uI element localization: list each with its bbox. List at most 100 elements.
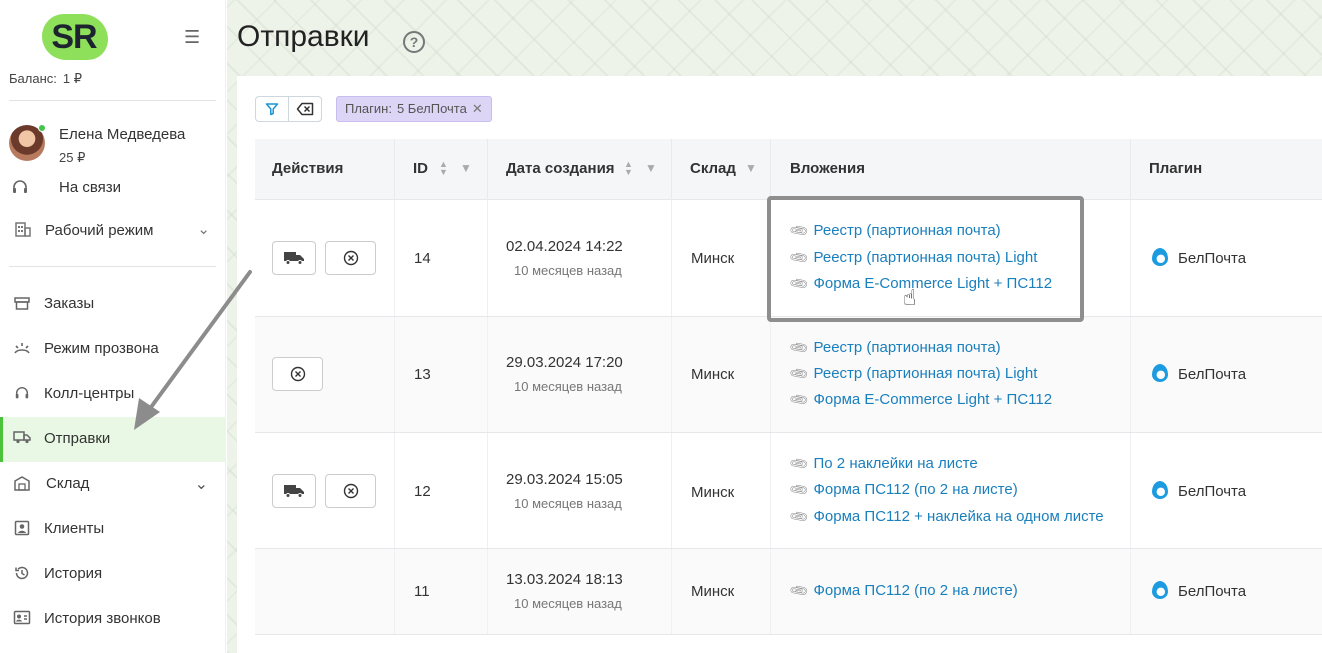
clients-icon [13,520,31,538]
attachment-label: Форма E-Commerce Light + ПС112 [813,391,1053,408]
attachment-label: Реестр (партионная почта) [813,339,1001,356]
sidebar-item-label: Режим прозвона [44,340,159,357]
sidebar-item-clients[interactable]: Клиенты [0,507,226,552]
table-row[interactable]: 12 29.03.2024 15:05 10 месяцев назад Мин… [255,433,1322,549]
created-date: 29.03.2024 17:20 [506,354,623,371]
warehouse-cell: Минск [672,317,771,432]
sidebar-item-label: Отправки [44,430,111,447]
filter-chip-plugin[interactable]: Плагин: 5 БелПочта ✕ [336,96,492,122]
warehouse-cell: Минск [672,200,771,316]
ship-button[interactable] [272,241,316,275]
attachment-link[interactable]: 📎︎ Форма E-Commerce Light + ПС112 [788,389,1053,411]
paperclip-icon: 📎︎ [787,579,811,602]
id-cell: 12 [395,433,488,548]
user-profile[interactable]: Елена Медведева 25 ₽ [9,122,219,170]
attachment-link[interactable]: 📎︎ По 2 наклейки на листе [788,453,978,475]
logo-text: SR [51,18,97,56]
created-ago: 10 месяцев назад [514,263,622,278]
sidebar-item-call-centers[interactable]: Колл-центры [0,372,226,417]
column-title: Действия [272,160,344,177]
cancel-shipment-button[interactable] [325,241,376,275]
status-label: На связи [59,179,122,196]
date-cell: 02.04.2024 14:22 10 месяцев назад [488,200,672,316]
plugin-cell: БелПочта [1131,433,1322,548]
headset-icon [13,385,31,403]
cancel-shipment-button[interactable] [272,357,323,391]
date-cell: 29.03.2024 15:05 10 месяцев назад [488,433,672,548]
sidebar-item-warehouse[interactable]: Склад ⌄ [0,462,226,507]
work-mode-selector[interactable]: Рабочий режим ⌄ [9,218,216,244]
column-filter-icon[interactable]: ▼ [745,161,757,175]
clear-filters-button[interactable] [288,96,322,122]
attachment-label: Форма ПС112 (по 2 на листе) [813,582,1018,599]
paperclip-icon: 📎︎ [787,478,811,501]
close-icon[interactable]: ✕ [472,101,483,116]
column-filter-icon[interactable]: ▼ [460,161,472,175]
sort-icon[interactable]: ▲ ▼ [439,160,448,177]
shipment-id: 13 [414,366,431,383]
sidebar-item-label: Клиенты [44,520,105,537]
sidebar-item-history[interactable]: История [0,552,226,597]
warehouse-icon [13,475,31,493]
paperclip-icon: 📎︎ [787,388,811,411]
ship-button[interactable] [272,474,316,508]
attachments-cell: 📎︎ Форма ПС112 (по 2 на листе) [771,549,1131,634]
plugin-cell: БелПочта [1131,200,1322,316]
history-icon [13,565,31,583]
online-status-dot [38,124,46,132]
column-title: ID [413,160,428,177]
sidebar-item-label: История [44,565,103,582]
column-header-id[interactable]: ID ▲ ▼ ▼ [395,139,488,200]
column-filter-icon[interactable]: ▼ [645,161,657,175]
plugin-cell: БелПочта [1131,317,1322,432]
attachment-label: По 2 наклейки на листе [813,455,978,472]
paperclip-icon: 📎︎ [787,336,811,359]
sidebar-item-call-history[interactable]: История звонков [0,597,226,642]
actions-cell [255,317,395,432]
page-title: Отправки [237,20,370,53]
plugin-name: БелПочта [1152,581,1246,600]
call-history-icon [13,610,31,628]
created-ago: 10 месяцев назад [514,596,622,611]
actions-cell [255,549,395,634]
created-ago: 10 месяцев назад [514,379,622,394]
attachments-highlight-box [767,196,1084,322]
sidebar-item-shipments[interactable]: Отправки [0,417,226,462]
created-date: 29.03.2024 15:05 [506,471,623,488]
sort-icon[interactable]: ▲ ▼ [624,160,633,177]
column-header-date[interactable]: Дата создания ▲ ▼ ▼ [488,139,672,200]
attachment-link[interactable]: 📎︎ Реестр (партионная почта) Light [788,363,1037,385]
warehouse-name: Минск [691,583,735,600]
column-header-warehouse[interactable]: Склад ▼ [672,139,771,200]
logo[interactable]: SR [38,14,110,60]
cancel-shipment-button[interactable] [325,474,376,508]
balance-label: Баланс: [9,71,57,86]
table-row[interactable]: 13 29.03.2024 17:20 10 месяцев назад Мин… [255,317,1322,433]
table-row[interactable]: 11 13.03.2024 18:13 10 месяцев назад Мин… [255,549,1322,635]
column-title: Вложения [790,160,865,177]
attachment-link[interactable]: 📎︎ Реестр (партионная почта) [788,337,1001,359]
actions-cell [255,200,395,316]
plugin-name: БелПочта [1152,364,1246,383]
attachment-link[interactable]: 📎︎ Форма ПС112 + наклейка на одном листе [788,506,1104,528]
attachment-link[interactable]: 📎︎ Форма ПС112 (по 2 на листе) [788,479,1018,501]
filter-chip-value: 5 БелПочта [396,101,467,116]
created-ago: 10 месяцев назад [514,496,622,511]
hand-cursor-icon: ☝ [903,285,917,310]
plugin-label: БелПочта [1178,366,1247,383]
sidebar-item-orders[interactable]: Заказы [0,282,226,327]
warehouse-name: Минск [691,250,735,267]
created-date: 02.04.2024 14:22 [506,238,623,255]
plugin-name: БелПочта [1152,481,1246,500]
plugin-label: БелПочта [1178,250,1247,267]
help-icon[interactable]: ? [403,31,425,53]
balance-value: 1 ₽ [62,71,82,86]
sidebar-item-label: Склад [46,475,90,492]
sidebar-item-dial-mode[interactable]: Режим прозвона [0,327,226,372]
filter-button[interactable] [255,96,289,122]
collapse-sidebar-icon[interactable]: ☰ [184,28,204,46]
attachment-link[interactable]: 📎︎ Форма ПС112 (по 2 на листе) [788,580,1018,602]
sidebar-item-label: Колл-центры [44,385,135,402]
status-selector[interactable]: На связи [9,176,219,200]
table-header: Действия ID ▲ ▼ ▼ Дата создания ▲ ▼ ▼ Скла… [255,139,1322,200]
